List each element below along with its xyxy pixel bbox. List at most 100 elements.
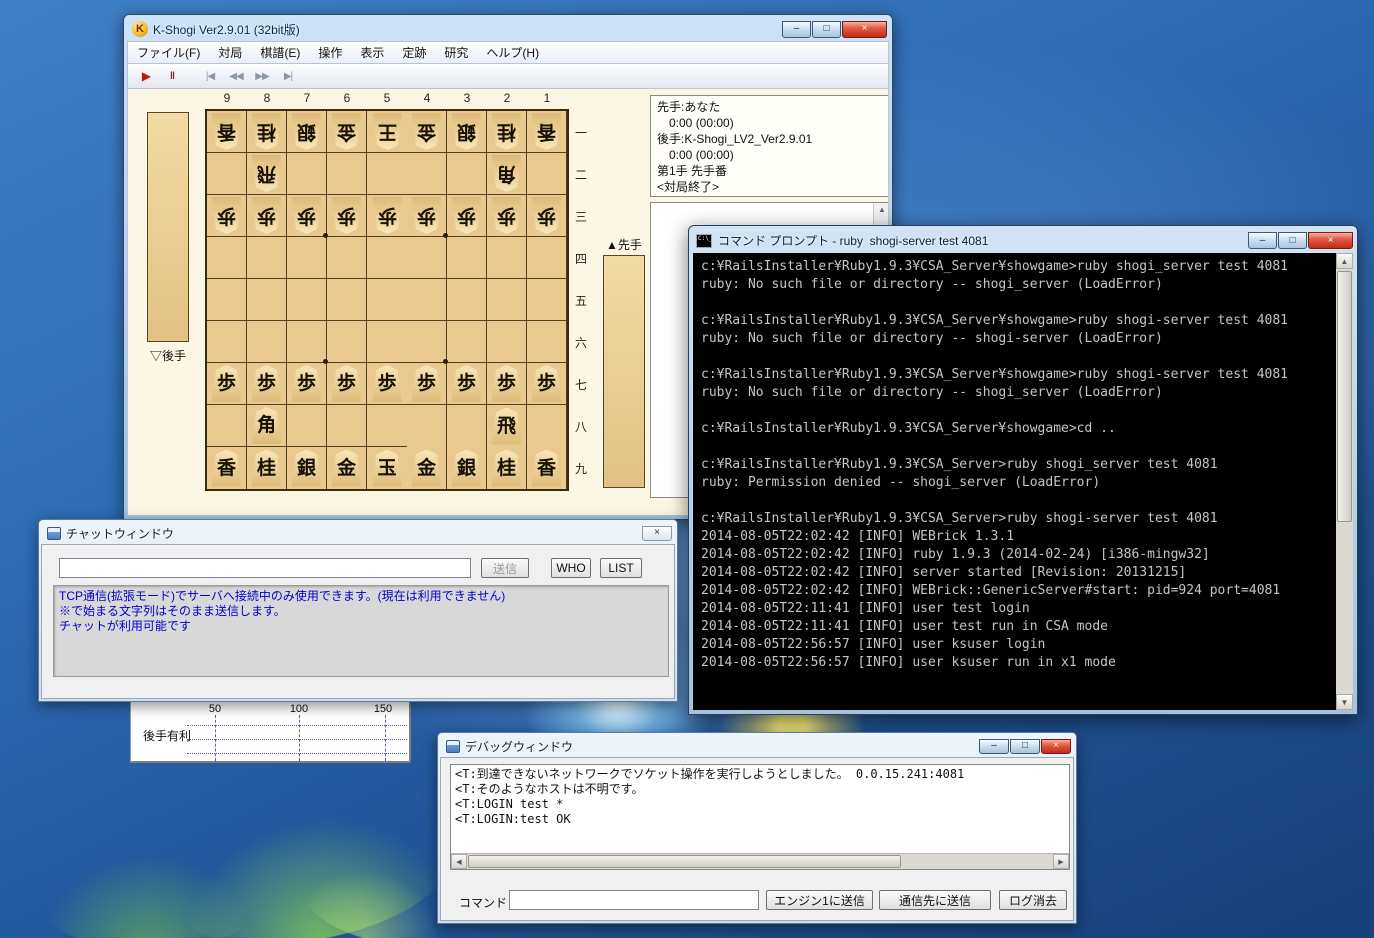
board-cell[interactable]: 銀: [287, 447, 327, 489]
debug-log-area[interactable]: <T:到達できないネットワークでソケット操作を実行しようとしました。 0.0.1…: [450, 764, 1070, 870]
minimize-button[interactable]: –: [1248, 232, 1277, 249]
shogi-piece[interactable]: 銀: [291, 449, 322, 487]
board-cell[interactable]: 歩: [287, 195, 327, 237]
shogi-piece[interactable]: 歩: [411, 365, 442, 402]
board-cell[interactable]: [247, 279, 287, 321]
minimize-button[interactable]: –: [782, 20, 811, 38]
debug-titlebar[interactable]: デバッグウィンドウ – □ ×: [440, 733, 1074, 757]
board-cell[interactable]: [527, 237, 567, 279]
board-cell[interactable]: 歩: [367, 195, 407, 237]
board-cell[interactable]: [447, 237, 487, 279]
board-cell[interactable]: [207, 153, 247, 195]
board-cell[interactable]: 玉: [367, 447, 407, 489]
scroll-up-icon[interactable]: ▲: [878, 205, 886, 214]
menu-item[interactable]: 定跡: [393, 42, 435, 63]
board-cell[interactable]: [207, 237, 247, 279]
shogi-piece[interactable]: 歩: [330, 197, 363, 234]
scroll-right-icon[interactable]: ▶: [1053, 854, 1069, 869]
who-button[interactable]: WHO: [551, 558, 591, 578]
board-cell[interactable]: 香: [207, 447, 247, 489]
board-cell[interactable]: [527, 405, 567, 447]
shogi-piece[interactable]: 飛: [491, 407, 522, 445]
shogi-piece[interactable]: 歩: [210, 197, 243, 234]
shogi-piece[interactable]: 歩: [290, 197, 323, 234]
board-cell[interactable]: 桂: [487, 447, 527, 489]
shogi-piece[interactable]: 歩: [331, 365, 362, 402]
board-cell[interactable]: [287, 321, 327, 363]
board-cell[interactable]: 歩: [487, 363, 527, 405]
board-cell[interactable]: 歩: [327, 363, 367, 405]
kshogi-titlebar[interactable]: K K-Shogi Ver2.9.01 (32bit版) – □ ×: [127, 15, 889, 41]
send-button[interactable]: 送信: [481, 558, 529, 578]
forward-button[interactable]: ▶▶: [250, 66, 274, 86]
board-cell[interactable]: 飛: [247, 153, 287, 195]
shogi-piece[interactable]: 歩: [530, 197, 563, 234]
shogi-piece[interactable]: 香: [530, 113, 563, 150]
shogi-piece[interactable]: 玉: [372, 449, 402, 487]
shogi-piece[interactable]: 飛: [250, 155, 283, 192]
menu-item[interactable]: 表示: [351, 42, 393, 63]
board-cell[interactable]: [287, 279, 327, 321]
scroll-left-icon[interactable]: ◀: [451, 854, 467, 869]
board-cell[interactable]: 歩: [247, 195, 287, 237]
shogi-piece[interactable]: 歩: [490, 197, 523, 234]
board-cell[interactable]: [327, 153, 367, 195]
board-cell[interactable]: 歩: [287, 363, 327, 405]
board-cell[interactable]: [207, 279, 247, 321]
board-cell[interactable]: 歩: [447, 195, 487, 237]
board-cell[interactable]: 歩: [487, 195, 527, 237]
board-cell[interactable]: 歩: [527, 363, 567, 405]
shogi-piece[interactable]: 歩: [451, 365, 482, 402]
board-cell[interactable]: 金: [327, 447, 367, 489]
menu-item[interactable]: ヘルプ(H): [477, 42, 548, 63]
board-cell[interactable]: [407, 321, 447, 363]
board-cell[interactable]: 香: [527, 447, 567, 489]
chat-titlebar[interactable]: チャットウィンドウ ×: [41, 520, 675, 544]
shogi-piece[interactable]: 歩: [491, 365, 522, 402]
board-cell[interactable]: 銀: [447, 111, 487, 153]
shogi-piece[interactable]: 香: [210, 113, 243, 150]
board-cell[interactable]: [367, 405, 407, 447]
board-cell[interactable]: 歩: [447, 363, 487, 405]
scroll-down-icon[interactable]: ▼: [1336, 694, 1353, 710]
board-cell[interactable]: 銀: [447, 447, 487, 489]
maximize-button[interactable]: □: [1010, 738, 1040, 754]
board-cell[interactable]: [327, 279, 367, 321]
board-cell[interactable]: [527, 153, 567, 195]
shogi-piece[interactable]: 歩: [211, 365, 242, 402]
board-cell[interactable]: 歩: [247, 363, 287, 405]
shogi-piece[interactable]: 金: [410, 113, 443, 150]
command-input[interactable]: [509, 890, 759, 910]
board-cell[interactable]: [287, 153, 327, 195]
board-cell[interactable]: 王: [367, 111, 407, 153]
console-text[interactable]: c:¥RailsInstaller¥Ruby1.9.3¥CSA_Server¥s…: [693, 253, 1336, 710]
shogi-piece[interactable]: 角: [251, 407, 282, 444]
send-remote-button[interactable]: 通信先に送信: [879, 890, 991, 910]
shogi-piece[interactable]: 桂: [491, 449, 522, 487]
board-cell[interactable]: [327, 321, 367, 363]
board-cell[interactable]: [367, 153, 407, 195]
board-cell[interactable]: 金: [327, 111, 367, 153]
last-move-button[interactable]: ▶|: [276, 66, 300, 86]
board-cell[interactable]: [367, 279, 407, 321]
list-button[interactable]: LIST: [600, 558, 642, 578]
board-cell[interactable]: 香: [207, 111, 247, 153]
cmd-titlebar[interactable]: C:\_ コマンド プロンプト - ruby shogi-server test…: [689, 226, 1357, 253]
shogi-piece[interactable]: 歩: [291, 365, 322, 402]
board-cell[interactable]: [287, 405, 327, 447]
board-cell[interactable]: 桂: [247, 447, 287, 489]
play-button[interactable]: ▶: [134, 66, 158, 86]
shogi-piece[interactable]: 歩: [251, 365, 282, 402]
board-cell[interactable]: 歩: [207, 195, 247, 237]
board-cell[interactable]: [407, 153, 447, 195]
shogi-piece[interactable]: 歩: [250, 197, 283, 234]
board-cell[interactable]: 角: [247, 405, 287, 447]
board-cell[interactable]: [447, 153, 487, 195]
close-button[interactable]: ×: [1308, 232, 1353, 249]
scroll-up-icon[interactable]: ▲: [1336, 253, 1353, 269]
menu-item[interactable]: 研究: [435, 42, 477, 63]
board-cell[interactable]: [287, 237, 327, 279]
menu-item[interactable]: 対局: [209, 42, 251, 63]
maximize-button[interactable]: □: [812, 20, 841, 38]
board-cell[interactable]: 香: [527, 111, 567, 153]
